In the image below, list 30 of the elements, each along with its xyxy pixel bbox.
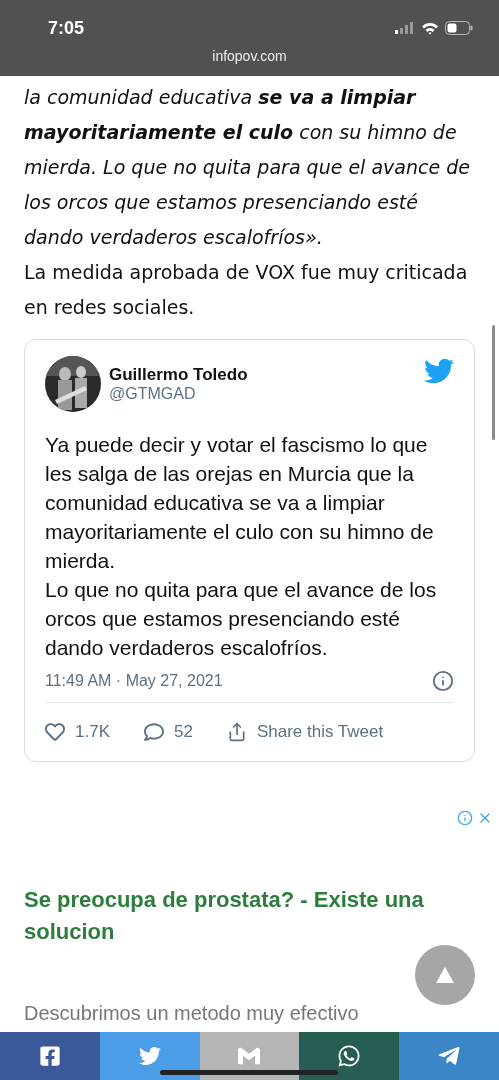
like-count: 1.7K — [75, 722, 110, 742]
reply-count: 52 — [174, 722, 193, 742]
author-handle[interactable]: @GTMGAD — [109, 385, 416, 403]
share-button[interactable] — [99, 1032, 200, 1080]
speech-bubble-icon[interactable] — [144, 722, 164, 742]
battery-icon — [445, 21, 473, 35]
quote-paragraph: la comunidad educativa se va a limpiar mayoritariamente el culo con su himno de mierda. Lo que no quita para que el avance de los orcos que estamos presenciando esté dando verdaderos escalofríos». — [24, 85, 471, 250]
bird-icon — [138, 1045, 161, 1067]
phone-bubble-icon — [337, 1044, 362, 1068]
bird-icon — [424, 356, 454, 386]
wifi-icon — [421, 21, 439, 35]
tweet-timestamp[interactable]: 11:49 AM · May 27, 2021 — [45, 672, 223, 690]
share-tweet-link[interactable]: Share this Tweet — [256, 722, 384, 742]
tweet-text: Ya puede decir y votar el fascismo lo que les salga de las orejas en Murcia que la comunidad educativa se va a limpiar mayoritariamente el culo con su himno de mierda. Lo que no quita para que el avance de los orcos que estamos presenciando esté dando verdaderos escalofríos. — [45, 432, 438, 661]
signal-icon — [395, 22, 415, 34]
ad-text: Descubrimos un metodo muy efectivo — [24, 1002, 360, 1025]
share-button[interactable] — [0, 1032, 100, 1080]
share-button[interactable] — [299, 1032, 400, 1080]
author-name[interactable]: Guillermo Toledo — [109, 365, 416, 385]
page-address[interactable]: infopov.com — [212, 48, 287, 64]
info-icon[interactable] — [457, 810, 473, 826]
info-icon[interactable] — [432, 670, 454, 692]
clock-time: 7:05 — [48, 17, 85, 39]
triangle-icon — [436, 967, 454, 983]
ad-headline[interactable]: Se preocupa de prostata? - Existe una solucion — [24, 884, 475, 948]
f-icon — [38, 1045, 61, 1067]
m-icon — [238, 1045, 261, 1067]
heart-icon[interactable] — [45, 722, 65, 742]
paper-plane-icon — [437, 1044, 462, 1068]
article-paragraph: La medida aprobada de VOX fue muy criticada en redes sociales. — [24, 260, 469, 320]
